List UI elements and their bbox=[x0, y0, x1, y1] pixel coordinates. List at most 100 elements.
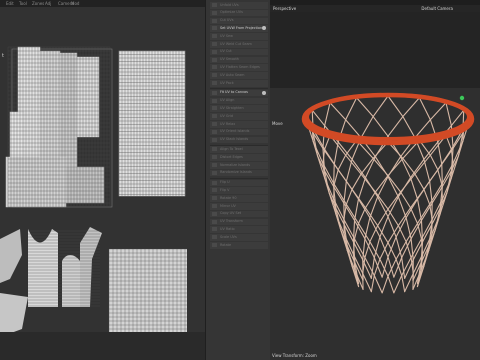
basketball-hoop-model[interactable] bbox=[270, 0, 480, 360]
tool-item[interactable]: Rotate bbox=[210, 242, 268, 249]
tool-label: Set UVW From Projection bbox=[220, 25, 263, 30]
tool-icon bbox=[212, 73, 217, 78]
tool-item[interactable]: UV Orient Islands bbox=[210, 128, 268, 136]
tool-icon bbox=[212, 34, 217, 39]
tool-label: UV Flatten Seam Edges bbox=[220, 64, 260, 69]
tool-item[interactable]: Set UVW From Projection bbox=[210, 25, 268, 32]
tool-label: UV Relax bbox=[220, 121, 236, 126]
tool-label: Flip V bbox=[220, 187, 230, 192]
tool-item[interactable]: UV Smooth bbox=[210, 56, 268, 64]
tool-icon bbox=[212, 106, 217, 111]
tool-label: UV Sew bbox=[220, 33, 233, 38]
tool-item[interactable]: UV Cut bbox=[210, 48, 268, 56]
tool-icon bbox=[212, 211, 217, 216]
tool-label: UV Weld Cut Seam bbox=[220, 41, 252, 46]
tool-icon bbox=[212, 204, 217, 208]
tool-item[interactable]: UV Weld Cut Seam bbox=[210, 41, 268, 48]
tool-item[interactable]: UV Relax bbox=[210, 121, 268, 128]
tool-label: UV Orient Islands bbox=[220, 129, 250, 134]
tool-label: Unfold UVs bbox=[220, 2, 239, 7]
tool-label: Fit UV to Canvas bbox=[220, 90, 248, 95]
tool-icon bbox=[212, 65, 217, 70]
tool-icon bbox=[212, 196, 217, 201]
tool-icon bbox=[212, 163, 217, 167]
tool-item[interactable]: Scale UVs bbox=[210, 234, 268, 241]
tool-item[interactable]: Fit UV to Canvas bbox=[210, 89, 268, 97]
tool-label: UV Straighten bbox=[220, 105, 244, 110]
menu-item-zones[interactable]: Zones bbox=[32, 1, 44, 6]
tool-label: Rotate 90 bbox=[220, 195, 237, 200]
tool-icon bbox=[212, 235, 217, 240]
uv-corner-label: t bbox=[2, 53, 4, 59]
tool-item[interactable]: UV Flatten Seam Edges bbox=[210, 64, 268, 71]
3d-viewport[interactable]: Perspective Default Camera Move View Tra… bbox=[270, 0, 480, 360]
uv-status-bar bbox=[0, 332, 205, 360]
menu-item-adj[interactable]: Adj bbox=[45, 1, 51, 6]
tool-label: Cut UVs bbox=[220, 18, 234, 23]
menu-item-tool[interactable]: Tool bbox=[19, 1, 27, 6]
tool-item[interactable]: UV Align bbox=[210, 97, 268, 105]
tool-item[interactable]: UV Straighten bbox=[210, 105, 268, 112]
tool-icon bbox=[212, 26, 217, 31]
tool-icon bbox=[212, 18, 217, 23]
basketball-net bbox=[305, 95, 471, 294]
uv-canvas[interactable] bbox=[0, 7, 205, 360]
tool-icon bbox=[212, 122, 217, 126]
tool-item[interactable]: Flip V bbox=[210, 187, 268, 194]
tool-item[interactable]: Mirror UV bbox=[210, 203, 268, 210]
tool-label: UV Transform bbox=[220, 219, 243, 224]
tool-item[interactable]: Flip U bbox=[210, 179, 268, 187]
tool-label: Scale UVs bbox=[220, 234, 237, 239]
tool-icon bbox=[212, 155, 217, 160]
tool-icon bbox=[212, 57, 217, 62]
tool-icon bbox=[212, 49, 217, 54]
tool-icon bbox=[212, 227, 217, 232]
tool-options-icon[interactable] bbox=[262, 90, 266, 95]
tool-item[interactable]: Rotate 90 bbox=[210, 195, 268, 202]
tool-icon bbox=[212, 129, 217, 134]
tool-label: Optimize UVs bbox=[220, 10, 243, 15]
tool-icon bbox=[212, 90, 217, 95]
uv-tools-panel: Unfold UVs Optimize UVs Cut UVs Set UVW Fro… bbox=[205, 0, 271, 360]
tool-label: Copy UV Set bbox=[220, 211, 242, 216]
tool-icon bbox=[212, 98, 217, 103]
tool-label: UV Pack bbox=[220, 80, 234, 85]
tool-icon bbox=[212, 114, 217, 119]
tool-label: Normalize Islands bbox=[220, 162, 251, 167]
tool-icon bbox=[212, 147, 217, 152]
tool-label: UV Grid bbox=[220, 113, 233, 118]
tool-item[interactable]: Distort Edges bbox=[210, 154, 268, 161]
tool-item[interactable]: UV Stack Islands bbox=[210, 136, 268, 144]
tool-item[interactable]: Normalize Islands bbox=[210, 162, 268, 169]
tool-label: UV Smooth bbox=[220, 57, 239, 62]
tool-label: UV Ratio bbox=[220, 226, 235, 231]
tool-label: Rotate bbox=[220, 242, 232, 247]
tool-item[interactable]: UV Auto Seam bbox=[210, 72, 268, 79]
uv-editor-panel[interactable]: t bbox=[0, 7, 205, 360]
tool-item[interactable]: Unfold UVs bbox=[210, 2, 268, 9]
tool-label: UV Align bbox=[220, 98, 235, 103]
tool-icon bbox=[212, 180, 217, 185]
tool-label: Randomize Islands bbox=[220, 170, 252, 175]
tool-icon bbox=[212, 42, 217, 46]
tool-label: Mirror UV bbox=[220, 203, 236, 208]
menu-item-mod[interactable]: Mod bbox=[71, 1, 79, 6]
tool-item[interactable]: Align To Texel bbox=[210, 146, 268, 153]
tool-label: UV Stack Islands bbox=[220, 137, 249, 142]
tool-item[interactable]: Optimize UVs bbox=[210, 9, 268, 17]
tool-item[interactable]: UV Transform bbox=[210, 218, 268, 226]
tool-options-icon[interactable] bbox=[262, 26, 266, 31]
tool-item[interactable]: Cut UVs bbox=[210, 17, 268, 25]
tool-icon bbox=[212, 3, 217, 7]
tool-item[interactable]: UV Sew bbox=[210, 33, 268, 40]
tool-label: Distort Edges bbox=[220, 154, 243, 159]
tool-icon bbox=[212, 10, 217, 15]
tool-item[interactable]: UV Grid bbox=[210, 113, 268, 120]
tool-item[interactable]: Randomize Islands bbox=[210, 169, 268, 177]
tool-label: UV Auto Seam bbox=[220, 72, 245, 77]
tool-item[interactable]: UV Ratio bbox=[210, 226, 268, 233]
tool-item[interactable]: UV Pack bbox=[210, 80, 268, 87]
tool-icon bbox=[212, 137, 217, 142]
tool-item[interactable]: Copy UV Set bbox=[210, 210, 268, 218]
menu-item-edit[interactable]: Edit bbox=[6, 1, 14, 6]
